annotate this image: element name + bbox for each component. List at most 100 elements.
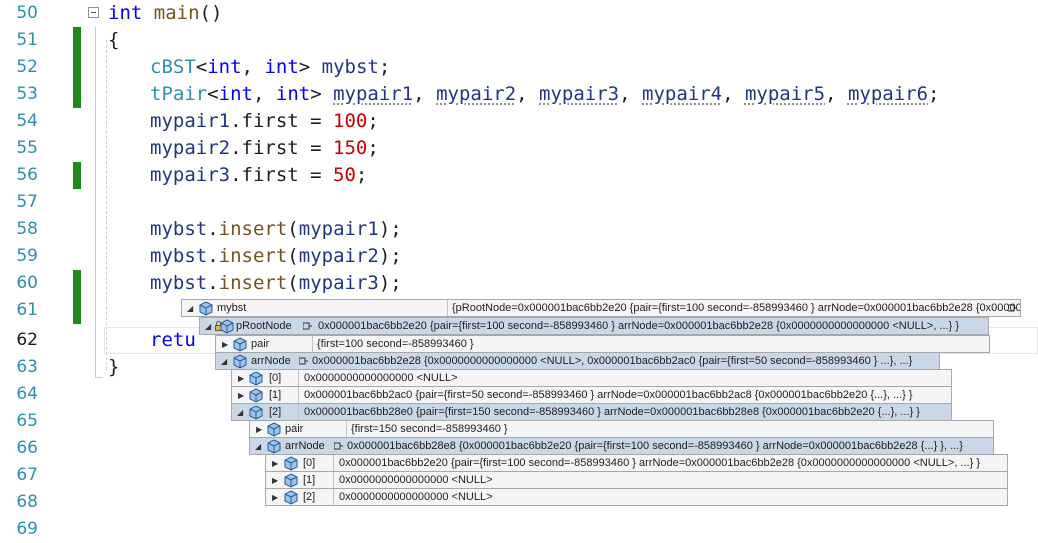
variable: mypair4	[642, 83, 723, 105]
variable: mypair2	[436, 83, 517, 105]
line-number: 66	[16, 438, 38, 458]
code-line[interactable]: 58 mybst.insert(mypair1);	[0, 216, 1038, 243]
datatip-value[interactable]: 0x0000000000000000 <NULL>	[339, 473, 493, 488]
pin-icon[interactable]	[299, 357, 308, 365]
variable: mypair2	[298, 245, 379, 267]
expand-collapsed-icon[interactable]: ▶	[256, 425, 262, 434]
code-line[interactable]: 60 mybst.insert(mypair3);	[0, 270, 1038, 297]
line-number: 56	[16, 165, 38, 185]
object-cube-icon	[284, 490, 298, 505]
datatip-value[interactable]: 0x000001bac6bb28e8 {0x000001bac6bb2e20 {…	[347, 439, 963, 454]
datatip-row-index-1[interactable]: ▶ [1] 0x000001bac6bb2ac0 {pair={first=50…	[231, 386, 952, 404]
expand-collapsed-icon[interactable]: ▶	[238, 391, 244, 400]
change-marker	[73, 297, 81, 324]
datatip-value[interactable]: 0x000001bac6bb2e20 {pair={first=100 seco…	[339, 456, 980, 471]
code-text: int main()	[108, 0, 222, 27]
object-cube-icon	[267, 422, 281, 437]
datatip-value[interactable]: {pRootNode=0x000001bac6bb2e20 {pair={fir…	[452, 301, 1020, 316]
datatip-value[interactable]: 0x0000000000000000 <NULL>	[304, 371, 458, 386]
datatip-value[interactable]: 0x000001bac6bb2ac0 {pair={first=50 secon…	[304, 388, 913, 403]
code-line[interactable]: 50 int main()	[0, 0, 1038, 27]
object-cube-icon	[233, 337, 247, 352]
code-line[interactable]: 52 cBST<int, int> mybst;	[0, 54, 1038, 81]
datatip-row-pair-2[interactable]: ▶ pair {first=150 second=-858993460 }	[249, 420, 994, 438]
variable: mypair6	[847, 83, 929, 105]
datatip-name: arrNode	[285, 440, 325, 452]
punct: .first =	[230, 110, 334, 132]
pin-icon[interactable]	[334, 442, 343, 450]
expand-open-icon[interactable]: ◢	[205, 322, 211, 331]
line-number: 57	[16, 192, 38, 212]
code-text: mypair1.first = 100;	[150, 108, 379, 135]
object-cube-icon	[249, 405, 263, 420]
datatip-row-arrnode[interactable]: ◢ arrNode 0x000001bac6bb2e28 {0x00000000…	[215, 352, 940, 370]
punct: );	[378, 218, 402, 240]
line-number: 64	[16, 384, 38, 404]
keyword: int	[207, 56, 242, 78]
code-line[interactable]: 53 tPair<int, int> mypair1, mypair2, myp…	[0, 81, 1038, 108]
datatip-value[interactable]: {first=100 second=-858993460 }	[317, 337, 474, 352]
column-divider	[333, 472, 334, 488]
keyword: int	[218, 83, 253, 105]
datatip-name: [1]	[303, 474, 316, 486]
expand-open-icon[interactable]: ◢	[187, 304, 193, 313]
code-line[interactable]: 55 mypair2.first = 150;	[0, 135, 1038, 162]
object-cube-icon	[233, 354, 247, 369]
datatip-row-index-2[interactable]: ◢ [2] 0x000001bac6bb28e0 {pair={first=15…	[231, 403, 952, 421]
collapse-toggle-icon[interactable]	[88, 7, 99, 18]
datatip-row-arrnode-2[interactable]: ◢ arrNode 0x000001bac6bb28e8 {0x000001ba…	[249, 437, 994, 455]
expand-collapsed-icon[interactable]: ▶	[222, 340, 228, 349]
expand-open-icon[interactable]: ◢	[221, 357, 227, 366]
variable: mypair3	[298, 272, 379, 294]
code-line[interactable]: 56 mypair3.first = 50;	[0, 162, 1038, 189]
punct: );	[378, 272, 402, 294]
punct: .	[207, 245, 219, 267]
change-marker	[73, 270, 81, 297]
expand-open-icon[interactable]: ◢	[237, 408, 243, 417]
datatip-row-pair[interactable]: ▶ pair {first=100 second=-858993460 }	[215, 335, 990, 353]
datatip-name: pRootNode	[236, 320, 292, 332]
function-name: main	[153, 2, 200, 24]
punct: ;	[367, 137, 379, 159]
line-number: 50	[16, 3, 38, 23]
datatip-value[interactable]: 0x000001bac6bb2e28 {0x0000000000000000 <…	[312, 354, 912, 369]
object-cube-icon	[249, 388, 263, 403]
datatip-row-mybst[interactable]: ◢ mybst {pRootNode=0x000001bac6bb2e20 {p…	[181, 299, 1021, 317]
code-text: mybst.insert(mypair1);	[150, 216, 402, 243]
line-number: 65	[16, 411, 38, 431]
datatip-value[interactable]: 0x0000000000000000 <NULL>	[339, 490, 493, 505]
datatip-row-prootnode[interactable]: ◢ pRootNode 0x000001bac6bb2e20 {pair={fi…	[199, 317, 989, 335]
punct: .	[207, 272, 219, 294]
expand-collapsed-icon[interactable]: ▶	[238, 374, 244, 383]
change-marker	[73, 27, 81, 54]
expand-collapsed-icon[interactable]: ▶	[272, 493, 278, 502]
expand-open-icon[interactable]: ◢	[255, 442, 261, 451]
line-number: 58	[16, 219, 38, 239]
datatip-value[interactable]: 0x000001bac6bb28e0 {pair={first=150 seco…	[304, 405, 920, 420]
punct: (	[287, 272, 299, 294]
variable: mypair3	[150, 164, 231, 186]
datatip-value[interactable]: 0x000001bac6bb2e20 {pair={first=100 seco…	[318, 319, 959, 334]
column-divider	[333, 489, 334, 505]
code-line[interactable]: 54 mypair1.first = 100;	[0, 108, 1038, 135]
punct: ,	[516, 83, 540, 105]
variable: mypair5	[744, 83, 826, 105]
datatip-name: pair	[285, 423, 304, 435]
datatip-row-index-1-nested[interactable]: ▶ [1] 0x0000000000000000 <NULL>	[265, 471, 1008, 489]
code-line[interactable]: 57	[0, 189, 1038, 216]
pin-icon[interactable]	[1008, 304, 1017, 312]
datatip-value[interactable]: {first=150 second=-858993460 }	[351, 422, 508, 437]
change-marker	[73, 162, 81, 189]
change-marker	[73, 54, 81, 81]
code-text: cBST<int, int> mybst;	[150, 54, 390, 81]
pin-icon[interactable]	[303, 322, 312, 330]
type-name: tPair	[150, 83, 208, 105]
datatip-row-index-0[interactable]: ▶ [0] 0x0000000000000000 <NULL>	[231, 369, 952, 387]
expand-collapsed-icon[interactable]: ▶	[272, 459, 278, 468]
datatip-row-index-0-nested[interactable]: ▶ [0] 0x000001bac6bb2e20 {pair={first=10…	[265, 454, 1008, 472]
datatip-row-index-2-nested[interactable]: ▶ [2] 0x0000000000000000 <NULL>	[265, 488, 1008, 506]
punct: ,	[241, 56, 265, 78]
expand-collapsed-icon[interactable]: ▶	[272, 476, 278, 485]
code-line[interactable]: 51 {	[0, 27, 1038, 54]
code-line[interactable]: 59 mybst.insert(mypair2);	[0, 243, 1038, 270]
